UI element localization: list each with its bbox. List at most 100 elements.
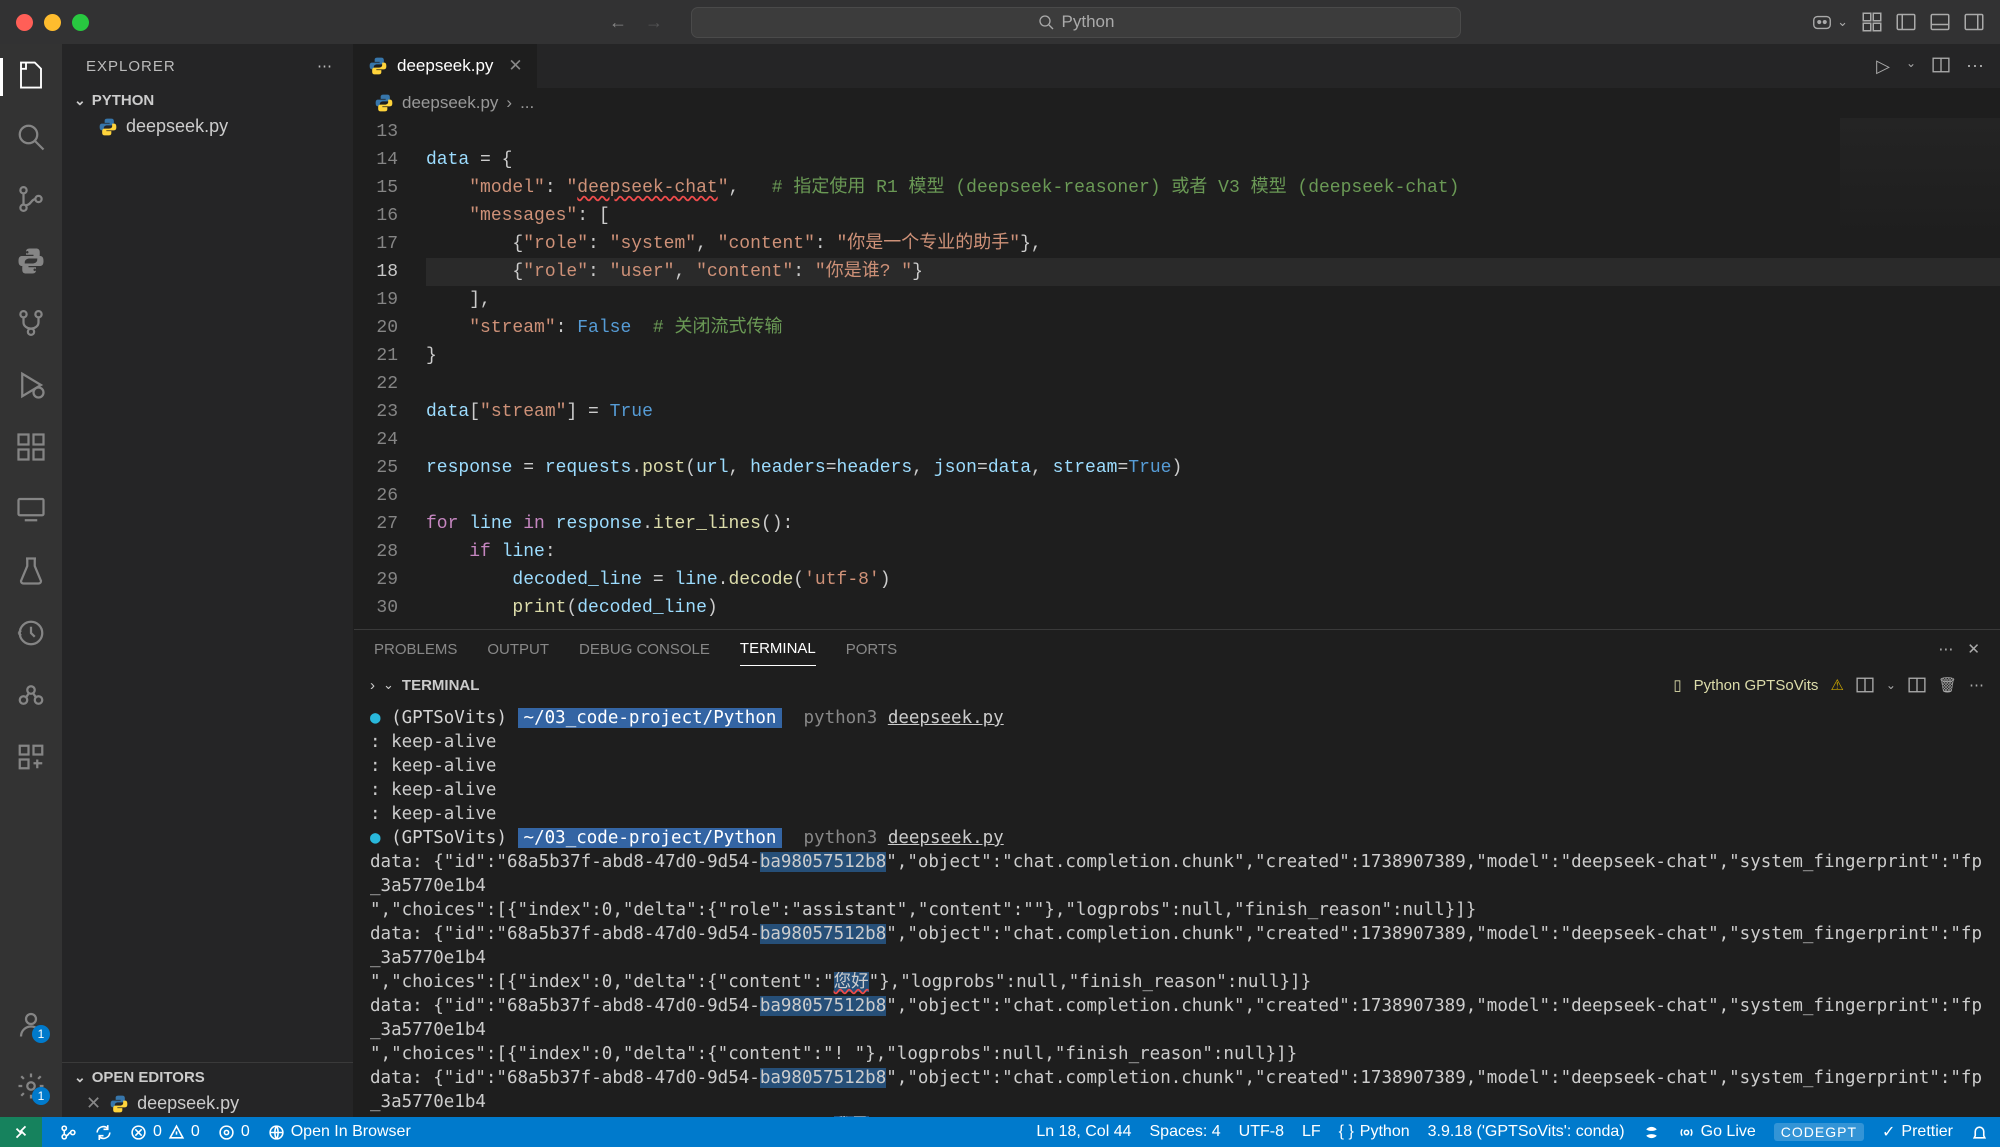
tab-label: deepseek.py <box>397 56 493 76</box>
terminal-more-icon[interactable]: ⋯ <box>1969 676 1984 694</box>
status-codegpt[interactable]: CODEGPT <box>1774 1123 1864 1141</box>
warning-icon[interactable]: ⚠ <box>1830 676 1843 694</box>
terminal-chevron-icon[interactable]: › <box>370 677 375 694</box>
editor-more-icon[interactable]: ⋯ <box>1966 56 1984 77</box>
remote-explorer-activity-icon[interactable] <box>14 492 48 526</box>
code-content[interactable]: data = { "model": "deepseek-chat", # 指定使… <box>426 118 2000 629</box>
timeline-activity-icon[interactable] <box>14 616 48 650</box>
copilot-icon[interactable] <box>1811 11 1833 33</box>
split-terminal-icon-2[interactable] <box>1908 676 1926 694</box>
panel-tab-terminal[interactable]: TERMINAL <box>740 632 816 666</box>
bottom-panel: PROBLEMS OUTPUT DEBUG CONSOLE TERMINAL P… <box>354 629 2000 1117</box>
terminal-env-label[interactable]: Python GPTSoVits <box>1694 677 1819 694</box>
references-activity-icon[interactable] <box>14 740 48 774</box>
breadcrumb[interactable]: deepseek.py › ... <box>354 88 2000 118</box>
scm-graph-activity-icon[interactable] <box>14 306 48 340</box>
chevron-down-icon[interactable]: ⌄ <box>1837 14 1848 30</box>
panel-more-icon[interactable]: ⋯ <box>1938 640 1953 658</box>
status-go-live[interactable]: Go Live <box>1678 1123 1756 1141</box>
minimize-window-button[interactable] <box>44 14 61 31</box>
status-git-icon[interactable] <box>60 1124 77 1141</box>
settings-badge: 1 <box>32 1087 50 1105</box>
status-language[interactable]: { }Python <box>1339 1123 1410 1141</box>
open-editor-item[interactable]: ✕ deepseek.py <box>62 1090 353 1117</box>
search-activity-icon[interactable] <box>14 120 48 154</box>
breadcrumb-file: deepseek.py <box>402 93 498 113</box>
test-activity-icon[interactable] <box>14 554 48 588</box>
close-window-button[interactable] <box>16 14 33 31</box>
panel-tab-problems[interactable]: PROBLEMS <box>374 633 457 666</box>
panel-tab-ports[interactable]: PORTS <box>846 633 897 666</box>
status-problems[interactable]: 0 0 <box>130 1123 200 1141</box>
status-sync-icon[interactable] <box>95 1124 112 1141</box>
run-debug-activity-icon[interactable] <box>14 368 48 402</box>
layout-customize-icon[interactable] <box>1862 12 1882 32</box>
status-ports[interactable]: 0 <box>218 1123 250 1141</box>
python-file-icon <box>98 117 118 137</box>
editor-area: deepseek.py ✕ ▷ ⌄ ⋯ deepseek.py › ... 13… <box>354 44 2000 1117</box>
panel-tab-debug-console[interactable]: DEBUG CONSOLE <box>579 633 710 666</box>
open-editors-header[interactable]: ⌄ OPEN EDITORS <box>62 1062 353 1090</box>
open-editors-label: OPEN EDITORS <box>92 1069 205 1086</box>
nav-arrows: ← → <box>609 12 663 33</box>
file-item-deepseek[interactable]: deepseek.py <box>62 113 353 140</box>
search-icon <box>1038 14 1054 30</box>
chevron-down-icon[interactable]: ⌄ <box>383 677 394 693</box>
split-terminal-icon[interactable] <box>1856 676 1874 694</box>
extensions-activity-icon[interactable] <box>14 430 48 464</box>
remote-button[interactable] <box>0 1117 42 1147</box>
kill-terminal-icon[interactable]: 🗑 <box>1938 676 1957 694</box>
python-env-activity-icon[interactable] <box>14 244 48 278</box>
source-control-activity-icon[interactable] <box>14 182 48 216</box>
nav-forward-button[interactable]: → <box>645 12 663 33</box>
status-python-interpreter[interactable]: 3.9.18 ('GPTSoVits': conda) <box>1428 1123 1625 1141</box>
breadcrumb-rest: ... <box>520 93 534 113</box>
toggle-sidebar-icon[interactable] <box>1896 12 1916 32</box>
breadcrumb-separator: › <box>506 93 512 113</box>
status-bar: 0 0 0 Open In Browser Ln 18, Col 44 Spac… <box>0 1117 2000 1147</box>
account-activity-icon[interactable]: 1 <box>14 1007 48 1041</box>
panel-close-icon[interactable]: ✕ <box>1967 640 1980 658</box>
explorer-activity-icon[interactable] <box>14 58 48 92</box>
explorer-more-icon[interactable]: ⋯ <box>317 57 333 75</box>
explorer-sidebar: EXPLORER ⋯ ⌄ PYTHON deepseek.py ⌄ OPEN E… <box>62 44 354 1117</box>
run-dropdown-icon[interactable]: ⌄ <box>1906 56 1916 77</box>
status-jupyter-icon[interactable] <box>1643 1124 1660 1141</box>
line-numbers: 131415161718192021222324252627282930 <box>354 118 426 629</box>
chevron-down-icon: ⌄ <box>74 92 86 109</box>
python-file-icon <box>368 56 388 76</box>
explorer-title: EXPLORER <box>86 58 176 75</box>
search-text: Python <box>1062 12 1115 32</box>
minimap[interactable] <box>1840 118 2000 238</box>
tab-deepseek[interactable]: deepseek.py ✕ <box>354 44 538 88</box>
toggle-secondary-sidebar-icon[interactable] <box>1964 12 1984 32</box>
tab-bar: deepseek.py ✕ ▷ ⌄ ⋯ <box>354 44 2000 88</box>
panel-tabs: PROBLEMS OUTPUT DEBUG CONSOLE TERMINAL P… <box>354 630 2000 668</box>
toggle-panel-icon[interactable] <box>1930 12 1950 32</box>
new-terminal-dropdown-icon[interactable]: ⌄ <box>1886 678 1896 692</box>
terminal-header: › ⌄ TERMINAL ▯ Python GPTSoVits ⚠ ⌄ 🗑 ⋯ <box>354 668 2000 702</box>
close-editor-icon[interactable]: ✕ <box>86 1093 101 1114</box>
status-indentation[interactable]: Spaces: 4 <box>1150 1123 1221 1141</box>
project-folder-header[interactable]: ⌄ PYTHON <box>62 88 353 113</box>
status-cursor-position[interactable]: Ln 18, Col 44 <box>1036 1123 1131 1141</box>
status-prettier[interactable]: ✓Prettier <box>1882 1122 1953 1142</box>
close-tab-icon[interactable]: ✕ <box>508 56 522 76</box>
chat-activity-icon[interactable] <box>14 678 48 712</box>
nav-back-button[interactable]: ← <box>609 12 627 33</box>
run-file-button[interactable]: ▷ <box>1876 56 1890 77</box>
project-name: PYTHON <box>92 92 155 109</box>
terminal-output[interactable]: ● (GPTSoVits) ~/03_code-project/Python p… <box>354 702 2000 1117</box>
panel-tab-output[interactable]: OUTPUT <box>487 633 549 666</box>
status-eol[interactable]: LF <box>1302 1123 1321 1141</box>
code-editor[interactable]: 131415161718192021222324252627282930 dat… <box>354 118 2000 629</box>
maximize-window-button[interactable] <box>72 14 89 31</box>
status-open-in-browser[interactable]: Open In Browser <box>268 1123 411 1141</box>
status-encoding[interactable]: UTF-8 <box>1239 1123 1284 1141</box>
status-notifications-icon[interactable] <box>1971 1124 1988 1141</box>
terminal-section-label: TERMINAL <box>402 677 480 694</box>
settings-activity-icon[interactable]: 1 <box>14 1069 48 1103</box>
account-badge: 1 <box>32 1025 50 1043</box>
split-editor-icon[interactable] <box>1932 56 1950 77</box>
command-center-search[interactable]: Python <box>691 7 1461 38</box>
